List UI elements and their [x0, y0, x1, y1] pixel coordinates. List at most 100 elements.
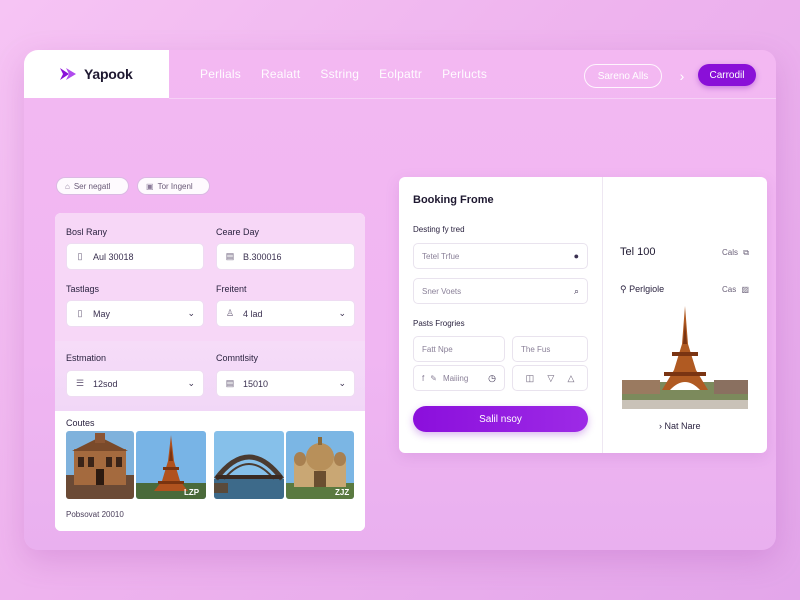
- field-label: Ceare Day: [216, 227, 260, 237]
- gallery-photo-bridge[interactable]: [214, 431, 284, 499]
- input-placeholder: Maiiing: [442, 373, 469, 383]
- month-select[interactable]: ▯ May ⌄: [66, 300, 204, 327]
- chip-label: Ser negatl: [73, 181, 111, 191]
- image-icon: ▨: [741, 285, 750, 294]
- nav-item-3[interactable]: Sstring: [320, 67, 359, 81]
- main-nav: Perlials Realatt Sstring Eolpattr Perluc…: [200, 50, 507, 98]
- card-divider: [602, 177, 603, 453]
- bridge-image: [214, 431, 284, 499]
- chevron-right-icon: ›: [659, 421, 662, 431]
- field-label: Comntlsity: [216, 353, 259, 363]
- field-label: Freitent: [216, 284, 247, 294]
- svg-text:LZP: LZP: [184, 488, 200, 497]
- search-icon: ⌕: [573, 286, 579, 296]
- guests-select[interactable]: ♙ 4 lad ⌄: [216, 300, 355, 327]
- gallery-caption: Pobsovat 20010: [66, 510, 124, 519]
- chevron-down-icon: ⌄: [187, 378, 195, 388]
- location-text: ⚲ Perlgiole: [620, 284, 664, 295]
- field-value: Aul 30018: [93, 251, 134, 262]
- list-icon: ☰: [75, 378, 85, 388]
- font-icon: f: [422, 373, 425, 383]
- header-divider: [169, 98, 776, 99]
- field-value: 12sod: [93, 378, 118, 389]
- dot-icon: ●: [573, 251, 579, 261]
- see-more-link[interactable]: › Nat Nare: [659, 421, 701, 431]
- search-button[interactable]: Sareno Alls: [584, 64, 662, 88]
- input-placeholder: Sner Voets: [422, 286, 462, 296]
- home-icon: ⌂: [65, 181, 70, 191]
- field-label: Bosl Rany: [66, 227, 108, 237]
- field-value: May: [93, 308, 111, 319]
- field-label: Estmation: [66, 353, 107, 363]
- gallery-label: Coutes: [66, 418, 95, 428]
- eiffel-tower-image: LZP: [136, 431, 206, 499]
- nav-item-5[interactable]: Perlucts: [442, 67, 487, 81]
- calendar-icon: ▤: [225, 378, 235, 388]
- booking-input-5[interactable]: f ✎ Maiiing ◷: [413, 365, 505, 391]
- field-value: 4 lad: [243, 308, 263, 319]
- location-pin-icon: ⚲: [620, 284, 627, 294]
- booking-input-4[interactable]: The Fus: [512, 336, 588, 362]
- cta-button[interactable]: Carrodil: [698, 64, 756, 86]
- gallery-photo-cathedral[interactable]: ZJZ: [286, 431, 354, 499]
- booking-input-3[interactable]: Fatt Npe: [413, 336, 505, 362]
- search-form-panel: Bosl Rany ▯ Aul 30018 Ceare Day ▤ B.3000…: [55, 213, 365, 531]
- input-placeholder: Fatt Npe: [422, 344, 453, 354]
- user-icon: ♙: [225, 308, 235, 318]
- community-select[interactable]: ▤ 15010 ⌄: [216, 370, 355, 397]
- crop-icon[interactable]: ◫: [526, 373, 535, 384]
- nav-item-2[interactable]: Realatt: [261, 67, 300, 81]
- chevron-right-icon[interactable]: ›: [672, 66, 692, 86]
- booking-subtitle: Pasts Frogries: [413, 319, 465, 328]
- filter-chip-calendar[interactable]: ▣ Tor Ingenl: [137, 177, 210, 195]
- booking-search-input[interactable]: Sner Voets ⌕: [413, 278, 588, 304]
- chevron-down-icon: ⌄: [338, 378, 346, 388]
- booking-title: Booking Frome: [413, 194, 494, 206]
- gallery-photo-tower[interactable]: LZP: [136, 431, 206, 499]
- chevron-down-icon: ⌄: [338, 308, 346, 318]
- start-date-input[interactable]: ▯ Aul 30018: [66, 243, 204, 270]
- calendar-icon: ▤: [225, 251, 235, 261]
- destination-photo[interactable]: [622, 304, 748, 409]
- svg-text:ZJZ: ZJZ: [335, 488, 349, 497]
- phone-text: Tel 100: [620, 246, 656, 258]
- nav-item-1[interactable]: Perlials: [200, 67, 241, 81]
- logo-arrow-icon: [60, 68, 76, 80]
- clock-icon: ◷: [488, 373, 496, 383]
- tag-label[interactable]: Cas ▨: [722, 285, 749, 294]
- palace-image: [66, 431, 134, 499]
- gallery-photo-palace[interactable]: [66, 431, 134, 499]
- document-icon: ▯: [77, 251, 83, 261]
- cathedral-image: ZJZ: [286, 431, 354, 499]
- logo-text: Yapook: [84, 66, 133, 82]
- nav-item-4[interactable]: Eolpattr: [379, 67, 422, 81]
- filter-icon[interactable]: ▽: [547, 373, 554, 384]
- field-label: Tastlags: [66, 284, 100, 294]
- eiffel-tower-image: [622, 304, 748, 409]
- field-value: 15010: [243, 378, 269, 389]
- tag-text: Cals: [722, 248, 739, 257]
- booking-icon-tools: ◫ ▽ △: [512, 365, 588, 391]
- tag-text: Cas: [722, 285, 737, 294]
- booking-input-1[interactable]: Tetel Trfue ●: [413, 243, 588, 269]
- tag-label[interactable]: Cals ⧉: [722, 248, 749, 258]
- filter-chip-home[interactable]: ⌂ Ser negatl: [56, 177, 129, 195]
- field-value: B.300016: [243, 251, 282, 262]
- top-navigation-bar: Yapook Perlials Realatt Sstring Eolpattr…: [24, 50, 776, 99]
- estimation-select[interactable]: ☰ 12sod ⌄: [66, 370, 204, 397]
- calendar-icon: ▣: [146, 181, 154, 191]
- app-window: Yapook Perlials Realatt Sstring Eolpattr…: [24, 50, 776, 550]
- booking-subtitle: Desting fy tred: [413, 225, 465, 234]
- edit-icon: ✎: [430, 373, 437, 383]
- end-date-input[interactable]: ▤ B.300016: [216, 243, 355, 270]
- input-placeholder: Tetel Trfue: [422, 251, 460, 261]
- see-more-label: Nat Nare: [664, 421, 701, 431]
- booking-card: Booking Frome Desting fy tred Tetel Trfu…: [399, 177, 767, 453]
- chip-label: Tor Ingenl: [157, 181, 193, 191]
- input-placeholder: The Fus: [521, 344, 551, 354]
- link-icon: ⧉: [743, 248, 749, 257]
- submit-button[interactable]: Salil nsoy: [413, 406, 588, 432]
- triangle-icon[interactable]: △: [567, 373, 574, 384]
- logo[interactable]: Yapook: [24, 50, 169, 98]
- document-icon: ▯: [77, 308, 83, 318]
